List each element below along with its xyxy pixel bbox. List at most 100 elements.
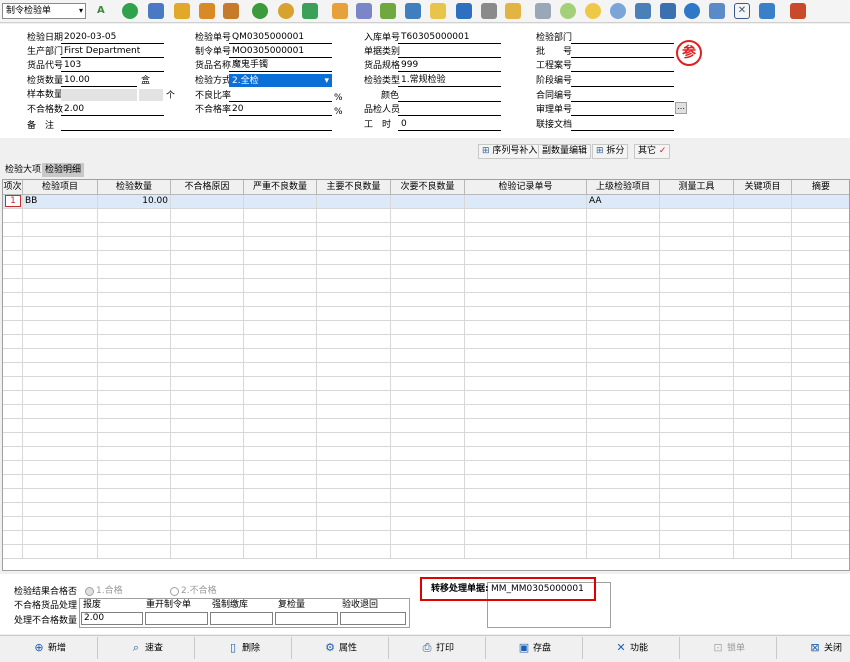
grid-cell[interactable]	[317, 209, 391, 223]
grid-cell[interactable]	[465, 377, 587, 391]
grid-cell[interactable]	[391, 475, 465, 489]
bell-icon[interactable]	[585, 3, 601, 19]
display-icon[interactable]	[660, 3, 676, 19]
grid-cell[interactable]	[244, 405, 317, 419]
grid-cell[interactable]	[317, 447, 391, 461]
grid-cell[interactable]	[734, 209, 792, 223]
grid-cell[interactable]	[587, 293, 660, 307]
transfer-value[interactable]: MM_MM0305000001	[491, 584, 584, 595]
grid-cell[interactable]	[465, 321, 587, 335]
grid-cell[interactable]	[587, 391, 660, 405]
grid-cell[interactable]	[465, 447, 587, 461]
form-type-select[interactable]: 制令检验单 ▾	[2, 3, 86, 19]
grid-cell[interactable]	[23, 279, 98, 293]
cell-record[interactable]	[465, 195, 587, 209]
grid-cell[interactable]	[792, 391, 849, 405]
row-header-cell[interactable]	[3, 237, 23, 251]
close-button[interactable]: ⊠ 关闭	[809, 642, 842, 656]
row-header-cell[interactable]	[3, 475, 23, 489]
grid-cell[interactable]	[792, 209, 849, 223]
grid-cell[interactable]	[734, 251, 792, 265]
grid-cell[interactable]	[244, 419, 317, 433]
row-header-cell[interactable]	[3, 517, 23, 531]
col-header[interactable]: 测量工具	[660, 180, 734, 195]
grid-cell[interactable]	[660, 531, 734, 545]
abc-icon[interactable]: A	[97, 3, 113, 19]
grid-cell[interactable]	[98, 517, 171, 531]
grid-cell[interactable]	[734, 321, 792, 335]
grid-cell[interactable]	[171, 223, 244, 237]
grid-cell[interactable]	[317, 433, 391, 447]
grid-cell[interactable]	[244, 349, 317, 363]
col-header[interactable]: 次要不良数量	[391, 180, 465, 195]
grid-cell[interactable]	[317, 293, 391, 307]
row-header-cell[interactable]	[3, 223, 23, 237]
grid-cell[interactable]	[171, 391, 244, 405]
inspector-field[interactable]	[398, 103, 501, 116]
row-header-cell[interactable]	[3, 405, 23, 419]
grid-cell[interactable]	[660, 279, 734, 293]
grid-cell[interactable]	[171, 335, 244, 349]
grid-cell[interactable]	[734, 237, 792, 251]
grid-cell[interactable]	[23, 489, 98, 503]
grid-cell[interactable]	[98, 475, 171, 489]
cart-icon[interactable]	[302, 3, 318, 19]
grid-cell[interactable]	[792, 531, 849, 545]
grid-cell[interactable]	[587, 461, 660, 475]
grid-cell[interactable]	[465, 475, 587, 489]
grid-cell[interactable]	[391, 237, 465, 251]
table-row[interactable]: 1	[3, 195, 23, 209]
grid-cell[interactable]	[317, 251, 391, 265]
grid-cell[interactable]	[734, 307, 792, 321]
grid-cell[interactable]	[465, 531, 587, 545]
grid-cell[interactable]	[317, 461, 391, 475]
grid-cell[interactable]	[587, 307, 660, 321]
clipboard-icon[interactable]	[332, 3, 348, 19]
grid-cell[interactable]	[98, 293, 171, 307]
grid-cell[interactable]	[587, 237, 660, 251]
grid-cell[interactable]	[465, 517, 587, 531]
search-icon[interactable]	[610, 3, 626, 19]
grid-cell[interactable]	[792, 335, 849, 349]
grid-cell[interactable]	[171, 433, 244, 447]
row-header-cell[interactable]	[3, 335, 23, 349]
row-header-cell[interactable]	[3, 503, 23, 517]
grid-cell[interactable]	[587, 279, 660, 293]
grid-cell[interactable]	[660, 321, 734, 335]
grid-cell[interactable]	[98, 265, 171, 279]
row-header-cell[interactable]	[3, 545, 23, 559]
grid-cell[interactable]	[792, 405, 849, 419]
col-header[interactable]: 上级检验项目	[587, 180, 660, 195]
grid-cell[interactable]	[734, 419, 792, 433]
home-icon[interactable]	[223, 3, 239, 19]
color-field[interactable]	[398, 89, 501, 102]
grid-cell[interactable]	[317, 335, 391, 349]
grid-cell[interactable]	[660, 391, 734, 405]
grid-cell[interactable]	[465, 349, 587, 363]
grid-cell[interactable]	[587, 419, 660, 433]
grid-cell[interactable]	[465, 307, 587, 321]
cell-severe[interactable]	[244, 195, 317, 209]
other-button[interactable]: 其它 ✓	[634, 144, 671, 159]
grid-cell[interactable]	[244, 237, 317, 251]
grid-cell[interactable]	[465, 237, 587, 251]
grid-cell[interactable]	[465, 223, 587, 237]
grid-cell[interactable]	[660, 377, 734, 391]
grid-cell[interactable]	[391, 251, 465, 265]
folder-icon[interactable]	[505, 3, 521, 19]
grid-cell[interactable]	[660, 461, 734, 475]
grid-cell[interactable]	[23, 405, 98, 419]
grid-cell[interactable]	[465, 251, 587, 265]
grid-cell[interactable]	[171, 531, 244, 545]
grid-cell[interactable]	[23, 293, 98, 307]
reorder-input[interactable]	[145, 612, 208, 625]
cell-major[interactable]	[317, 195, 391, 209]
product-name-field[interactable]: 魔鬼手镯	[229, 59, 332, 72]
grid-cell[interactable]	[317, 321, 391, 335]
grid-cell[interactable]	[792, 475, 849, 489]
pass-radio[interactable]	[85, 587, 94, 596]
query-button[interactable]: ⌕ 速查	[130, 642, 163, 656]
grid-cell[interactable]	[23, 251, 98, 265]
grid-cell[interactable]	[98, 433, 171, 447]
grid-cell[interactable]	[244, 209, 317, 223]
